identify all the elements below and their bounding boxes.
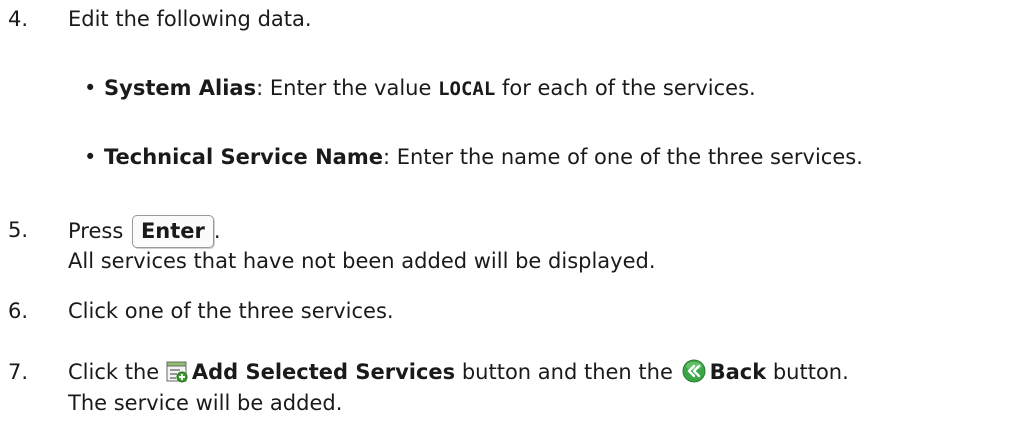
bullet-text: for each of the services. [495,76,756,100]
step-number: 7. [8,360,29,384]
step-text: . [213,219,221,243]
step-text: Edit the following data. [68,7,312,31]
bullet-dot: • [84,145,97,169]
field-label-system-alias: System Alias [104,76,257,100]
step-number: 4. [8,7,29,31]
step-text: button and then the [455,360,680,384]
step-number: 5. [8,218,29,242]
enter-key: Enter [131,215,214,248]
step-text: Click one of the three services. [68,299,394,323]
instruction-document: 4. Edit the following data. • System Ali… [0,0,1015,445]
step-text: button. [766,360,849,384]
field-label-technical-service-name: Technical Service Name [104,145,383,169]
add-selected-services-icon [166,361,188,391]
bullet-text: : Enter the value [256,76,439,100]
step-text: Click the [68,360,166,384]
back-icon [682,359,706,391]
back-label: Back [709,360,767,384]
step-result: The service will be added. [68,391,343,415]
step-result: All services that have not been added wi… [68,249,656,273]
add-selected-services-label: Add Selected Services [191,360,456,384]
bullet-text: : Enter the name of one of the three ser… [382,145,863,169]
step-number: 6. [8,299,29,323]
code-value: LOCAL [438,78,496,100]
bullet-dot: • [84,76,97,100]
step-text: Press [68,219,130,243]
